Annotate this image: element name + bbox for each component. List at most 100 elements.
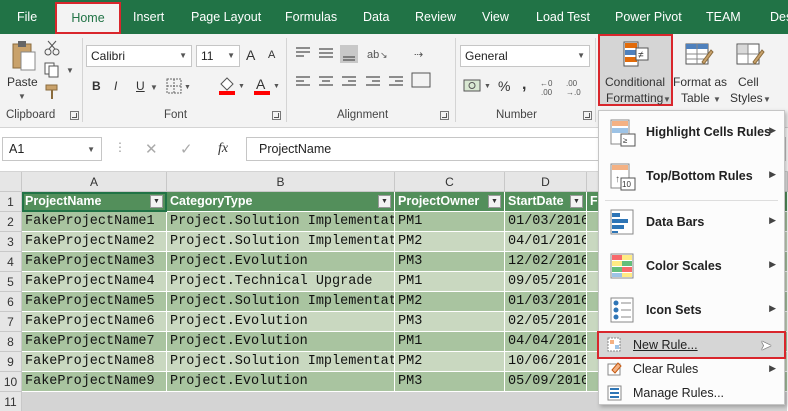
format-painter-icon[interactable] bbox=[44, 84, 60, 100]
tab-insert[interactable]: Insert bbox=[133, 0, 164, 34]
table-cell[interactable]: 12/02/2016 bbox=[505, 252, 587, 272]
fill-color-icon[interactable]: ▼ bbox=[218, 76, 248, 96]
row-header[interactable]: 7 bbox=[0, 312, 22, 332]
table-cell[interactable]: FakeProjectName3 bbox=[22, 252, 167, 272]
table-cell[interactable]: Project.Solution Implementation bbox=[167, 352, 395, 372]
column-header-b[interactable]: B bbox=[167, 172, 395, 192]
tab-load-test[interactable]: Load Test bbox=[536, 0, 590, 34]
number-launcher-icon[interactable] bbox=[583, 111, 592, 120]
table-cell[interactable]: 01/03/2016 bbox=[505, 292, 587, 312]
underline-dropdown-icon[interactable]: ▼ bbox=[150, 83, 158, 92]
cut-icon[interactable] bbox=[44, 40, 60, 56]
font-size-select[interactable]: 11 ▼ bbox=[196, 45, 240, 67]
table-cell[interactable]: PM2 bbox=[395, 232, 505, 252]
table-cell[interactable]: FakeProjectName6 bbox=[22, 312, 167, 332]
table-cell[interactable]: Project.Technical Upgrade bbox=[167, 272, 395, 292]
menu-item-top-bottom-rules[interactable]: ↑ 10 Top/Bottom Rules ▶ bbox=[599, 155, 784, 199]
cancel-icon[interactable]: ✕ bbox=[145, 140, 158, 158]
tab-review[interactable]: Review bbox=[415, 0, 456, 34]
table-cell[interactable]: 04/04/2016 bbox=[505, 332, 587, 352]
menu-item-manage-rules[interactable]: Manage Rules... bbox=[599, 381, 784, 405]
table-cell[interactable]: 09/05/2016 bbox=[505, 272, 587, 292]
row-header[interactable]: 3 bbox=[0, 232, 22, 252]
column-header-a[interactable]: A bbox=[22, 172, 167, 192]
column-header-d[interactable]: D bbox=[505, 172, 587, 192]
filter-dropdown-icon[interactable]: ▼ bbox=[150, 195, 163, 208]
row-header[interactable]: 5 bbox=[0, 272, 22, 292]
shrink-font-button[interactable]: A bbox=[268, 49, 275, 61]
filter-dropdown-icon[interactable]: ▼ bbox=[378, 195, 391, 208]
accounting-format-icon[interactable]: ▼ bbox=[463, 77, 493, 95]
table-cell[interactable]: PM2 bbox=[395, 352, 505, 372]
format-as-table-label-2[interactable]: Table bbox=[681, 91, 710, 105]
cell-styles-label-2[interactable]: Styles bbox=[730, 91, 763, 105]
table-cell[interactable]: 10/06/2016 bbox=[505, 352, 587, 372]
tab-view[interactable]: View bbox=[482, 0, 509, 34]
table-cell[interactable]: 04/01/2016 bbox=[505, 232, 587, 252]
paste-button-label[interactable]: Paste bbox=[7, 75, 38, 89]
alignment-launcher-icon[interactable] bbox=[440, 111, 449, 120]
table-cell[interactable]: 01/03/2016 bbox=[505, 212, 587, 232]
percent-button[interactable]: % bbox=[498, 78, 510, 94]
table-cell[interactable]: FakeProjectName9 bbox=[22, 372, 167, 392]
table-cell[interactable]: FakeProjectName5 bbox=[22, 292, 167, 312]
paste-dropdown-icon[interactable]: ▼ bbox=[18, 92, 26, 101]
filter-dropdown-icon[interactable]: ▼ bbox=[488, 195, 501, 208]
tab-team[interactable]: TEAM bbox=[706, 0, 741, 34]
decimal-buttons-icon[interactable]: ←0.00.00 →.0 bbox=[540, 76, 590, 98]
select-all-corner[interactable] bbox=[0, 172, 22, 192]
row-header[interactable]: 8 bbox=[0, 332, 22, 352]
borders-icon[interactable]: ▼ bbox=[166, 78, 192, 96]
chevron-down-icon[interactable]: ▼ bbox=[763, 95, 771, 104]
row-header[interactable]: 10 bbox=[0, 372, 22, 392]
tab-home[interactable]: Home bbox=[55, 2, 121, 34]
row-header[interactable]: 9 bbox=[0, 352, 22, 372]
table-cell[interactable]: FakeProjectName8 bbox=[22, 352, 167, 372]
clipboard-launcher-icon[interactable] bbox=[70, 111, 79, 120]
bold-button[interactable]: B bbox=[92, 79, 101, 93]
table-cell[interactable]: Project.Solution Implementation bbox=[167, 232, 395, 252]
table-cell[interactable]: FakeProjectName1 bbox=[22, 212, 167, 232]
tab-data[interactable]: Data bbox=[363, 0, 389, 34]
font-color-icon[interactable]: A ▼ bbox=[253, 76, 281, 96]
alignment-buttons-icon[interactable]: ab ↘ ⇢ bbox=[292, 44, 437, 96]
font-launcher-icon[interactable] bbox=[272, 111, 281, 120]
table-cell[interactable]: 05/09/2016 bbox=[505, 372, 587, 392]
row-header[interactable]: 4 bbox=[0, 252, 22, 272]
copy-dropdown-icon[interactable]: ▼ bbox=[66, 66, 74, 75]
menu-item-icon-sets[interactable]: Icon Sets ▶ bbox=[599, 289, 784, 333]
row-header[interactable]: 1 bbox=[0, 192, 22, 212]
table-cell[interactable]: PM1 bbox=[395, 272, 505, 292]
menu-item-clear-rules[interactable]: Clear Rules ▶ bbox=[599, 357, 784, 381]
enter-icon[interactable]: ✓ bbox=[180, 140, 193, 158]
tab-formulas[interactable]: Formulas bbox=[285, 0, 337, 34]
column-header-c[interactable]: C bbox=[395, 172, 505, 192]
format-as-table-icon[interactable] bbox=[684, 40, 714, 70]
row-header[interactable]: 11 bbox=[0, 392, 22, 411]
table-cell[interactable]: Project.Evolution bbox=[167, 252, 395, 272]
table-cell[interactable]: PM2 bbox=[395, 292, 505, 312]
table-cell[interactable]: PM3 bbox=[395, 312, 505, 332]
table-cell[interactable]: PM3 bbox=[395, 252, 505, 272]
tab-power-pivot[interactable]: Power Pivot bbox=[615, 0, 682, 34]
table-cell[interactable]: PM1 bbox=[395, 332, 505, 352]
table-cell[interactable]: Project.Solution Implementation bbox=[167, 292, 395, 312]
italic-button[interactable]: I bbox=[114, 79, 117, 93]
menu-item-new-rule[interactable]: New Rule... ➤ bbox=[597, 331, 786, 359]
table-cell[interactable]: FakeProjectName2 bbox=[22, 232, 167, 252]
table-cell[interactable]: PM3 bbox=[395, 372, 505, 392]
row-header[interactable]: 6 bbox=[0, 292, 22, 312]
comma-button[interactable]: , bbox=[522, 76, 526, 94]
font-name-select[interactable]: Calibri ▼ bbox=[86, 45, 192, 67]
table-cell[interactable]: FakeProjectName7 bbox=[22, 332, 167, 352]
tab-page-layout[interactable]: Page Layout bbox=[191, 0, 261, 34]
row-header[interactable]: 2 bbox=[0, 212, 22, 232]
table-header-cell[interactable]: ProjectOwner ▼ bbox=[395, 192, 505, 212]
table-cell[interactable]: FakeProjectName4 bbox=[22, 272, 167, 292]
tab-file[interactable]: File bbox=[17, 0, 37, 34]
table-cell[interactable]: Project.Evolution bbox=[167, 372, 395, 392]
cell-styles-icon[interactable] bbox=[735, 40, 765, 70]
table-cell[interactable]: 02/05/2016 bbox=[505, 312, 587, 332]
chevron-down-icon[interactable]: ▼ bbox=[713, 95, 721, 104]
menu-item-color-scales[interactable]: Color Scales ▶ bbox=[599, 245, 784, 289]
